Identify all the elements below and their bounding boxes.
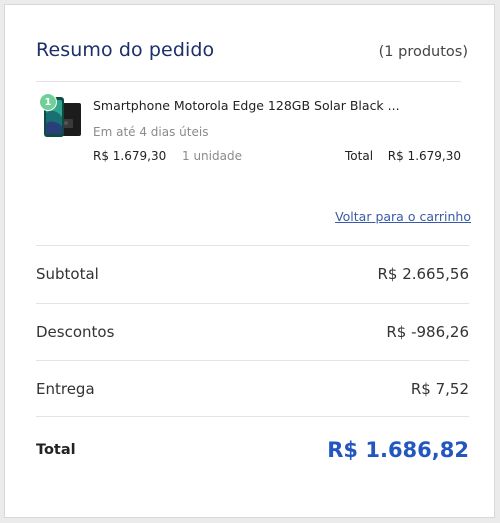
subtotal-value: R$ 2.665,56 [377, 264, 469, 283]
order-summary-header: Resumo do pedido (1 produtos) [36, 39, 468, 61]
subtotal-row: Subtotal R$ 2.665,56 [36, 246, 469, 301]
quantity-badge: 1 [39, 93, 57, 111]
item-total-label: Total [345, 149, 374, 163]
unit-price: R$ 1.679,30 [93, 149, 167, 163]
product-quantity: 1 unidade [182, 149, 242, 163]
order-summary-card: Resumo do pedido (1 produtos) 1 Smartpho… [4, 4, 495, 518]
total-label: Total [36, 442, 76, 458]
product-name[interactable]: Smartphone Motorola Edge 128GB Solar Bla… [93, 98, 400, 113]
discount-value: R$ -986,26 [386, 322, 469, 341]
back-to-cart-link[interactable]: Voltar para o carrinho [335, 209, 471, 224]
product-item: 1 Smartphone Motorola Edge 128GB Solar B… [36, 91, 462, 171]
order-summary-title: Resumo do pedido [36, 39, 215, 61]
delivery-estimate: Em até 4 dias úteis [93, 125, 209, 139]
discount-label: Descontos [36, 322, 115, 341]
discount-row: Descontos R$ -986,26 [36, 304, 469, 359]
divider [36, 81, 461, 82]
total-value: R$ 1.686,82 [327, 438, 469, 462]
product-thumbnail: 1 [39, 93, 83, 139]
item-total-value: R$ 1.679,30 [387, 149, 461, 163]
delivery-row: Entrega R$ 7,52 [36, 361, 469, 416]
delivery-value: R$ 7,52 [410, 379, 469, 398]
subtotal-label: Subtotal [36, 264, 99, 283]
total-row: Total R$ 1.686,82 [36, 417, 469, 483]
product-count: (1 produtos) [378, 44, 468, 60]
delivery-label: Entrega [36, 379, 95, 398]
